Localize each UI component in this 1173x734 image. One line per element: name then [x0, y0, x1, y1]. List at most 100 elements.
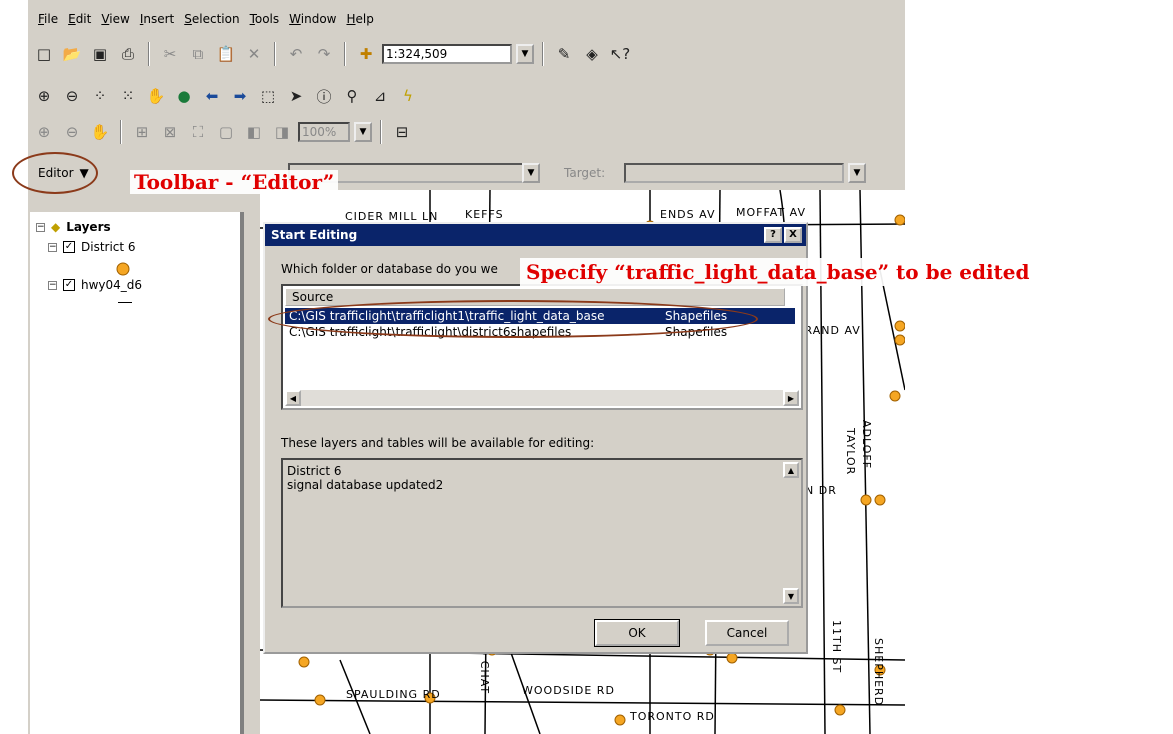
vertical-scrollbar[interactable]: ▲ ▼ [783, 462, 799, 604]
copy-icon[interactable]: ⧉ [186, 42, 210, 66]
dialog-title-bar: Start Editing ? X [265, 224, 806, 246]
layer-visibility-checkbox[interactable]: ✓ [63, 241, 75, 253]
target-label: Target: [564, 166, 606, 180]
menu-help[interactable]: Help [346, 12, 373, 26]
scroll-up-icon[interactable]: ▲ [783, 462, 799, 478]
delete-icon[interactable]: ✕ [242, 42, 266, 66]
fixed-zoom-out-icon[interactable]: ⁙ [116, 84, 140, 108]
map-scale-input[interactable]: 1:324,509 [382, 44, 512, 64]
layout-toolbar: ⊕ ⊖ ✋ ⊞ ⊠ ⛶ ▢ ◧ ◨ 100% ▼ ⊟ [32, 116, 414, 148]
toc-layers-label: Layers [66, 220, 111, 234]
cancel-button[interactable]: Cancel [705, 620, 789, 646]
toc-layers-root[interactable]: − ◆ Layers [36, 220, 111, 234]
print-icon[interactable]: ⎙ [116, 42, 140, 66]
point-symbol-icon [116, 262, 130, 276]
cut-icon[interactable]: ✂ [158, 42, 182, 66]
layout-zoom-input[interactable]: 100% [298, 122, 350, 142]
layer-name: hwy04_d6 [81, 278, 143, 292]
paste-icon[interactable]: 📋 [214, 42, 238, 66]
help-button[interactable]: ? [764, 227, 782, 243]
map-label: N DR [805, 484, 837, 497]
toolbar-separator [120, 120, 122, 144]
toolbar-separator [274, 42, 276, 66]
start-editing-dialog: Start Editing ? X Which folder or databa… [263, 222, 808, 654]
hyperlink-lightning-icon[interactable]: ϟ [396, 84, 420, 108]
map-label: TAYLOR [844, 428, 857, 476]
select-elements-icon[interactable]: ➤ [284, 84, 308, 108]
redo-icon[interactable]: ↷ [312, 42, 336, 66]
chevron-down-icon[interactable]: ▼ [848, 163, 866, 183]
zoom-out-icon[interactable]: ⊖ [60, 84, 84, 108]
toc-layer-district6[interactable]: − ✓ District 6 [48, 240, 136, 254]
layout-zoom-out-icon[interactable]: ⊖ [60, 120, 84, 144]
map-label: ADLOFF [860, 420, 873, 470]
collapse-icon[interactable]: − [48, 280, 57, 290]
toolbar-separator [148, 42, 150, 66]
available-item: District 6 [287, 464, 342, 478]
layout-zoom-in-icon[interactable]: ⊕ [32, 120, 56, 144]
horizontal-scrollbar[interactable]: ◀ ▶ [285, 390, 799, 406]
close-button[interactable]: X [784, 227, 802, 243]
menu-file[interactable]: File [38, 12, 58, 26]
chevron-down-icon[interactable]: ▼ [516, 44, 534, 64]
new-file-icon[interactable]: □ [32, 42, 56, 66]
ok-button[interactable]: OK [594, 619, 680, 647]
menu-insert[interactable]: Insert [140, 12, 174, 26]
scroll-down-icon[interactable]: ▼ [783, 588, 799, 604]
scroll-left-icon[interactable]: ◀ [285, 390, 301, 406]
toolbar-separator [380, 120, 382, 144]
find-binoculars-icon[interactable]: ⚲ [340, 84, 364, 108]
menu-view[interactable]: View [101, 12, 129, 26]
save-icon[interactable]: ▣ [88, 42, 112, 66]
toolbar-annotation: Toolbar - “Editor” [130, 170, 339, 194]
layout-fixed-zoom-out-icon[interactable]: ⊠ [158, 120, 182, 144]
collapse-icon[interactable]: − [36, 222, 45, 232]
menu-edit[interactable]: Edit [68, 12, 91, 26]
layout-whole-page-icon[interactable]: ⛶ [186, 120, 210, 144]
map-label: KEFFS [465, 208, 504, 221]
available-label: These layers and tables will be availabl… [281, 436, 595, 450]
layout-pan-icon[interactable]: ✋ [88, 120, 112, 144]
select-features-icon[interactable]: ⬚ [256, 84, 280, 108]
layer-visibility-checkbox[interactable]: ✓ [63, 279, 75, 291]
arctoolbox-icon[interactable]: ◈ [580, 42, 604, 66]
chevron-down-icon[interactable]: ▼ [354, 122, 372, 142]
layout-zoom-100-icon[interactable]: ▢ [214, 120, 238, 144]
identify-icon[interactable]: ⓘ [312, 84, 336, 108]
toggle-draft-mode-icon[interactable]: ⊟ [390, 120, 414, 144]
forward-arrow-icon[interactable]: ➡ [228, 84, 252, 108]
toc-layer-hwy04[interactable]: − ✓ hwy04_d6 [48, 278, 142, 292]
editor-highlight-ellipse [12, 152, 98, 194]
menu-tools[interactable]: Tools [250, 12, 280, 26]
specify-annotation: Specify “traffic_light_data_base” to be … [520, 258, 1036, 286]
measure-icon[interactable]: ⊿ [368, 84, 392, 108]
source-highlight-ellipse [268, 300, 758, 338]
line-symbol-icon [118, 302, 132, 303]
available-layers-list: District 6 signal database updated2 ▲ ▼ [281, 458, 803, 608]
layers-stack-icon: ◆ [51, 220, 61, 234]
map-label: SPAULDING RD [346, 688, 441, 701]
whats-this-help-icon[interactable]: ↖? [608, 42, 632, 66]
menu-bar: File Edit View Insert Selection Tools Wi… [28, 8, 374, 30]
fixed-zoom-in-icon[interactable]: ⁘ [88, 84, 112, 108]
add-data-icon[interactable]: ✚ [354, 42, 378, 66]
menu-window[interactable]: Window [289, 12, 336, 26]
scroll-right-icon[interactable]: ▶ [783, 390, 799, 406]
menu-selection[interactable]: Selection [184, 12, 239, 26]
layout-back-icon[interactable]: ◧ [242, 120, 266, 144]
full-extent-globe-icon[interactable]: ● [172, 84, 196, 108]
editor-toolbar-icon[interactable]: ✎ [552, 42, 576, 66]
layer-name: District 6 [81, 240, 136, 254]
open-folder-icon[interactable]: 📂 [60, 42, 84, 66]
chevron-down-icon[interactable]: ▼ [522, 163, 540, 183]
back-arrow-icon[interactable]: ⬅ [200, 84, 224, 108]
undo-icon[interactable]: ↶ [284, 42, 308, 66]
layout-forward-icon[interactable]: ◨ [270, 120, 294, 144]
zoom-in-icon[interactable]: ⊕ [32, 84, 56, 108]
collapse-icon[interactable]: − [48, 242, 57, 252]
layout-fixed-zoom-in-icon[interactable]: ⊞ [130, 120, 154, 144]
toolbar-separator [542, 42, 544, 66]
map-label: ENDS AV [660, 208, 716, 221]
pan-hand-icon[interactable]: ✋ [144, 84, 168, 108]
target-select[interactable] [624, 163, 844, 183]
